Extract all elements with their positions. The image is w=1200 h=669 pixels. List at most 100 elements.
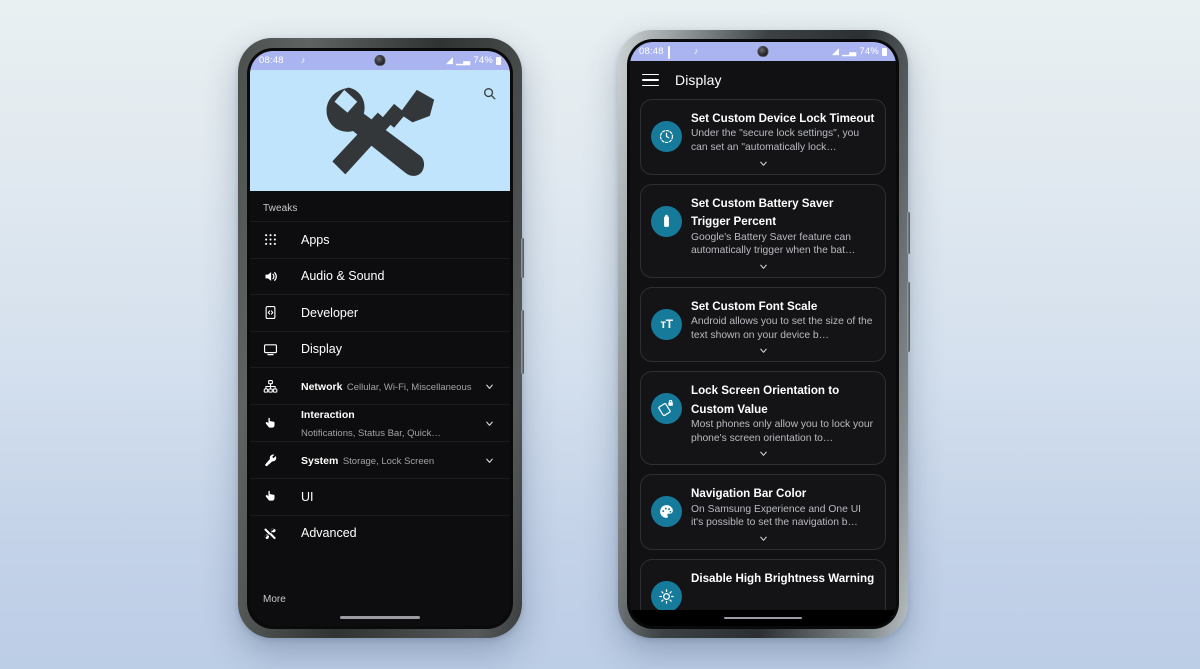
card-title: Navigation Bar Color [691, 487, 807, 501]
volume-button-right[interactable] [907, 282, 910, 352]
menu-text: Apps [293, 231, 497, 249]
menu-text: Display [293, 340, 497, 358]
tap-finger-icon [263, 416, 293, 431]
hamburger-menu-icon[interactable] [642, 73, 659, 87]
card-body: ᴛT Set Custom Font Scale Android allows … [651, 297, 875, 343]
bluetooth-audio-icon: ♪ [300, 55, 306, 65]
chevron-down-icon[interactable] [651, 530, 875, 547]
search-icon[interactable] [479, 83, 499, 103]
menu-title: Audio & Sound [301, 269, 385, 284]
card-description: Under the "secure lock settings", you ca… [691, 128, 860, 154]
volume-button-left[interactable] [521, 310, 524, 374]
chevron-down-icon[interactable] [651, 342, 875, 359]
chevron-down-icon[interactable] [481, 418, 497, 429]
menu-text: UI [293, 488, 497, 506]
power-button-right[interactable] [907, 212, 910, 254]
tweak-card[interactable]: Navigation Bar Color On Samsung Experien… [640, 474, 886, 550]
monitor-icon [263, 342, 293, 357]
card-body: Navigation Bar Color On Samsung Experien… [651, 484, 875, 530]
menu-text: Developer [293, 304, 497, 322]
screen-rotation-lock-icon [651, 393, 682, 425]
clock-timeout-icon [651, 121, 682, 152]
home-indicator[interactable] [340, 616, 420, 619]
card-title: Disable High Brightness Warning [691, 571, 875, 585]
grid-apps-icon [263, 232, 293, 247]
menu-title: Interaction [301, 409, 355, 421]
phone-device-left: 08:48 ♪ ◢ ▁▃ 74% Tweaks Apps Audio & Sou… [238, 38, 524, 638]
menu-title: Advanced [301, 526, 357, 541]
status-bar-right-group: ◢ ▁▃ 74% [832, 46, 887, 57]
app-content-right: Display Set Custom Device Lock Timeout U… [630, 61, 896, 626]
chevron-down-icon[interactable] [481, 381, 497, 392]
front-camera-punch-hole-left [374, 55, 386, 66]
menu-title: UI [301, 489, 314, 504]
card-description: Android allows you to set the size of th… [691, 316, 873, 341]
sidebar-item-apps[interactable]: Apps [250, 221, 510, 258]
app-content-left: Tweaks Apps Audio & Sound Developer Disp… [250, 70, 510, 626]
app-bar: Display [630, 61, 896, 99]
menu-title: Network [301, 381, 343, 393]
navigation-bar-right [630, 610, 896, 626]
power-button-left[interactable] [521, 238, 524, 278]
menu-text: Advanced [293, 524, 497, 542]
card-text: Navigation Bar Color On Samsung Experien… [691, 484, 875, 530]
card-description: Most phones only allow you to lock your … [691, 419, 874, 444]
app-hero-banner [250, 70, 510, 191]
dot-icon [327, 56, 336, 65]
status-bar-left-group: 08:48 ♪ [639, 46, 716, 59]
card-body: Lock Screen Orientation to Custom Value … [651, 381, 875, 445]
cellular-signal-icon: ▁▃ [456, 55, 471, 65]
page-title: Display [675, 72, 722, 88]
sidebar-item-interaction[interactable]: Interaction Notifications, Status Bar, Q… [250, 404, 510, 441]
sidebar-item-ui[interactable]: UI [250, 478, 510, 515]
status-bar-left-group: 08:48 ♪ [259, 55, 336, 66]
card-text: Set Custom Battery Saver Trigger Percent… [691, 194, 875, 258]
menu-title: Apps [301, 232, 330, 247]
sidebar-item-audio-and-sound[interactable]: Audio & Sound [250, 257, 510, 295]
chevron-down-icon[interactable] [651, 258, 875, 275]
status-bar-clock: 08:48 [639, 46, 664, 57]
menu-text: Audio & Sound [293, 267, 497, 285]
menu-text: System Storage, Lock Screen [293, 451, 481, 469]
chevron-down-icon[interactable] [651, 445, 875, 462]
brightness-icon [651, 580, 682, 610]
wrench-and-screwdriver-icon [326, 87, 435, 176]
screenshot-icon [667, 46, 677, 59]
menu-text: Interaction Notifications, Status Bar, Q… [293, 405, 481, 441]
menu-title: Developer [301, 305, 358, 320]
palette-icon [651, 496, 682, 528]
dot-icon [707, 47, 716, 56]
sidebar-item-system[interactable]: System Storage, Lock Screen [250, 441, 510, 478]
tweak-card[interactable]: Disable High Brightness Warning [640, 558, 886, 610]
tools-cross-icon [263, 526, 293, 541]
card-title: Set Custom Device Lock Timeout [691, 112, 875, 125]
card-title: Set Custom Battery Saver Trigger Percent [691, 196, 834, 229]
tweak-card[interactable]: Set Custom Battery Saver Trigger Percent… [640, 183, 886, 278]
home-indicator[interactable] [724, 616, 802, 620]
phone-bezel-left: 08:48 ♪ ◢ ▁▃ 74% Tweaks Apps Audio & Sou… [247, 48, 513, 629]
card-text: Set Custom Font Scale Android allows you… [691, 297, 875, 343]
menu-subtitle: Notifications, Status Bar, Quick… [301, 428, 441, 439]
sidebar-item-display[interactable]: Display [250, 330, 510, 368]
sidebar-item-developer[interactable]: Developer [250, 294, 510, 331]
tweak-card[interactable]: Set Custom Device Lock Timeout Under the… [640, 99, 886, 175]
tweak-card[interactable]: ᴛT Set Custom Font Scale Android allows … [640, 286, 886, 363]
menu-text: Network Cellular, Wi-Fi, Miscellaneous [293, 377, 481, 395]
settings-menu-list: Apps Audio & Sound Developer Display Net… [250, 221, 510, 584]
phone-screen-left: 08:48 ♪ ◢ ▁▃ 74% Tweaks Apps Audio & Sou… [250, 51, 510, 626]
menu-title: Display [301, 342, 342, 357]
battery-icon [882, 47, 887, 56]
speaker-icon [263, 269, 293, 284]
wrench-icon [263, 453, 293, 468]
battery-icon [496, 56, 501, 65]
tweak-card[interactable]: Lock Screen Orientation to Custom Value … [640, 371, 886, 466]
card-body: Set Custom Device Lock Timeout Under the… [651, 109, 875, 155]
chevron-down-icon[interactable] [651, 155, 875, 172]
card-text: Disable High Brightness Warning [691, 569, 875, 587]
chevron-down-icon[interactable] [481, 455, 497, 466]
sidebar-item-advanced[interactable]: Advanced [250, 514, 510, 552]
phone-device-right: 08:48 ♪ ◢ ▁▃ 74% Display Set Custom Devi… [618, 30, 910, 638]
card-text: Set Custom Device Lock Timeout Under the… [691, 109, 875, 155]
status-bar-right-group: ◢ ▁▃ 74% [446, 55, 501, 66]
sidebar-item-network[interactable]: Network Cellular, Wi-Fi, Miscellaneous [250, 367, 510, 404]
